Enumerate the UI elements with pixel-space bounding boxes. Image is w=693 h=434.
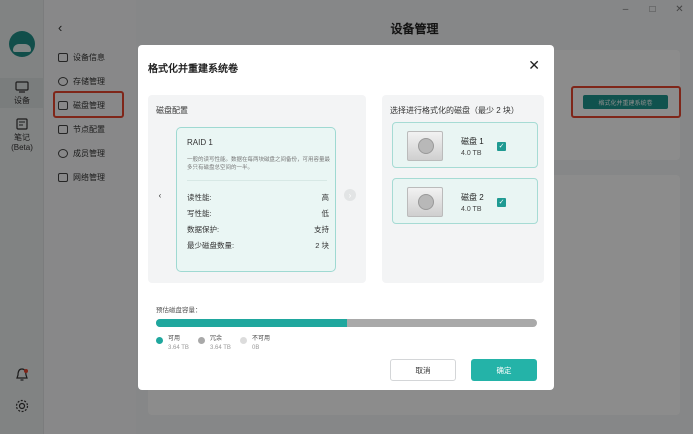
raid-description: 一般的读写性能。数据在每两块磁盘之间备份，可用容量最多只有磁盘总空间的一半。 [187, 157, 331, 171]
raid-write-row: 写性能: 低 [187, 208, 329, 219]
cancel-button[interactable]: 取消 [390, 359, 456, 381]
legend-dot [240, 337, 247, 344]
capacity-bar [156, 319, 537, 327]
legend-value: 3.64 TB [168, 345, 189, 351]
confirm-button[interactable]: 确定 [471, 359, 537, 381]
disk-name: 磁盘 2 [461, 193, 484, 202]
minimize-button[interactable]: – [612, 0, 639, 18]
format-dialog: 格式化并重建系统卷 ✕ 磁盘配置 ‹ RAID 1 一般的读写性能。数据在每两块… [138, 45, 554, 390]
close-icon[interactable]: ✕ [528, 57, 540, 74]
raid-config-title: 磁盘配置 [156, 106, 188, 115]
raid-config-panel: 磁盘配置 ‹ RAID 1 一般的读写性能。数据在每两块磁盘之间备份，可用容量最… [148, 95, 366, 283]
disk-select-panel: 选择进行格式化的磁盘（最少 2 块） 磁盘 1 4.0 TB ✓ 磁盘 2 4.… [382, 95, 544, 283]
disk-size: 4.0 TB [461, 206, 482, 213]
hard-drive-icon [407, 187, 443, 217]
disk-card[interactable]: 磁盘 1 4.0 TB ✓ [392, 122, 538, 168]
raid-read-row: 读性能: 高 [187, 192, 329, 203]
close-window-button[interactable]: ✕ [666, 0, 693, 18]
carousel-prev-icon[interactable]: ‹ [154, 189, 166, 201]
legend-name: 冗余 [210, 336, 223, 342]
maximize-button[interactable]: □ [639, 0, 666, 18]
legend-value: 0B [252, 345, 260, 351]
legend-name: 可用 [168, 336, 181, 342]
legend-dot [156, 337, 163, 344]
raid-protect-row: 数据保护: 支持 [187, 224, 329, 235]
legend-unavailable: 不可用 0B [240, 333, 271, 351]
hard-drive-icon [407, 131, 443, 161]
capacity-usable-fill [156, 319, 347, 327]
legend-dot [198, 337, 205, 344]
legend-usable: 可用 3.64 TB [156, 333, 189, 351]
disk-card[interactable]: 磁盘 2 4.0 TB ✓ [392, 178, 538, 224]
dialog-title: 格式化并重建系统卷 [148, 64, 238, 75]
disk-checkbox[interactable]: ✓ [497, 198, 506, 207]
disk-size: 4.0 TB [461, 150, 482, 157]
legend-redundant: 冗余 3.64 TB [198, 333, 231, 351]
row-value: 2 块 [315, 241, 329, 250]
legend-value: 3.64 TB [210, 345, 231, 351]
raid-name: RAID 1 [187, 138, 213, 147]
row-value: 支持 [314, 225, 329, 234]
disk-name: 磁盘 1 [461, 137, 484, 146]
row-label: 读性能: [187, 193, 212, 202]
row-label: 写性能: [187, 209, 212, 218]
legend-name: 不可用 [252, 336, 271, 342]
divider [187, 180, 327, 181]
row-value: 低 [321, 209, 330, 218]
row-value: 高 [321, 193, 330, 202]
row-label: 数据保护: [187, 225, 220, 234]
raid-min-disks-row: 最少磁盘数量: 2 块 [187, 240, 329, 251]
disk-select-title: 选择进行格式化的磁盘（最少 2 块） [390, 106, 519, 115]
window-controls: – □ ✕ [612, 0, 693, 18]
raid-option-card[interactable]: RAID 1 一般的读写性能。数据在每两块磁盘之间备份，可用容量最多只有磁盘总空… [176, 127, 336, 272]
row-label: 最少磁盘数量: [187, 241, 235, 250]
disk-checkbox[interactable]: ✓ [497, 142, 506, 151]
capacity-label: 预估磁盘容量： [156, 307, 202, 314]
carousel-next-icon[interactable]: › [344, 189, 356, 201]
